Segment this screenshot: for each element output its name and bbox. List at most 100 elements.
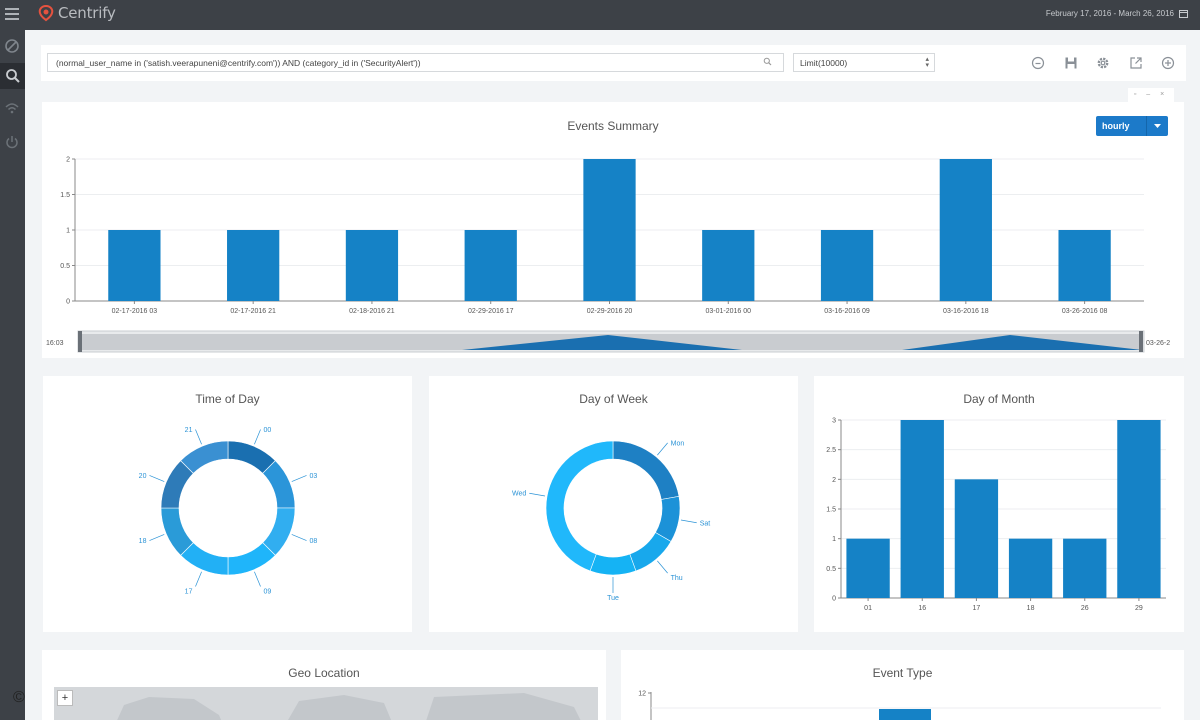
bar: [227, 230, 280, 301]
panel-controls-icon[interactable]: ▫ – ×: [1134, 91, 1168, 98]
x-tick-label: 18: [1027, 605, 1035, 612]
query-search-icon[interactable]: [763, 57, 772, 66]
donut-label: 03: [310, 473, 318, 480]
y-tick-label: 1.5: [826, 507, 836, 514]
y-tick-label: 1.5: [60, 192, 70, 199]
y-tick-label: 1: [832, 536, 836, 543]
day-of-month-chart: 0 0.5 1 1.5 2 2.5 3 01 16 17 18 26 29: [826, 418, 1166, 612]
donut-label: Wed: [512, 491, 526, 498]
donut-slice: [629, 532, 672, 572]
bar: [108, 230, 161, 301]
time-of-day-donut: 00 03 08 09 17 18 20 21: [139, 427, 318, 596]
day-of-month-panel: Day of Month 0 0.5 1 1.5 2 2.5 3 01 16 17 18 26 29: [814, 376, 1184, 632]
query-input[interactable]: (normal_user_name in ('satish.veerapunen…: [47, 53, 784, 72]
bar: [345, 230, 399, 301]
y-tick-label: 0: [832, 596, 836, 603]
y-tick-label: 2: [832, 477, 836, 484]
donut-leader-line: [254, 571, 261, 587]
x-tick-label: 29: [1135, 605, 1143, 612]
add-icon[interactable]: [1159, 54, 1177, 72]
donut-leader-line: [254, 429, 261, 445]
power-icon[interactable]: [3, 133, 21, 151]
top-header: Centrify February 17, 2016 - March 26, 2…: [25, 0, 1200, 30]
donut-label: 09: [264, 589, 272, 596]
select-caret-icon: ▴ ▾: [925, 56, 929, 69]
time-of-day-panel: Time of Day 00 03 08 09 17 18 20 21: [43, 376, 412, 632]
query-bar: (normal_user_name in ('satish.veerapunen…: [41, 45, 1186, 81]
date-range-text[interactable]: February 17, 2016 - March 26, 2016: [1046, 9, 1174, 18]
x-tick-label: 03-01-2016 00: [706, 308, 752, 315]
search-icon[interactable]: [0, 63, 25, 89]
donut-leader-line: [149, 534, 165, 541]
range-handle-right: [1139, 331, 1143, 352]
bar: [464, 230, 517, 301]
brand-logo[interactable]: Centrify: [37, 4, 116, 22]
left-sidebar: [0, 0, 25, 720]
wifi-icon[interactable]: [3, 99, 21, 117]
donut-leader-line: [149, 475, 165, 482]
menu-icon[interactable]: [3, 5, 21, 23]
copyright-mark: ©: [13, 689, 25, 706]
x-tick-label: 02-18-2016 21: [349, 308, 395, 315]
export-icon[interactable]: [1127, 54, 1145, 72]
donut-label: 08: [310, 538, 318, 545]
x-tick-label: 02-29-2016 17: [468, 308, 514, 315]
bar: [939, 159, 992, 301]
donut-label: 18: [139, 538, 147, 545]
bar: [954, 479, 999, 598]
donut-label: 17: [185, 589, 193, 596]
donut-label: 21: [185, 427, 193, 434]
donut-slice: [589, 553, 637, 576]
y-tick-label: 2.5: [826, 447, 836, 454]
map-zoom-in-button[interactable]: +: [57, 690, 73, 706]
events-summary-chart: 0 0.5 1 1.5 2 02-17-2016 03 02-17-2016 21 02-18…: [46, 157, 1170, 353]
x-tick-label: 03-16-2016 18: [943, 308, 989, 315]
bar: [1063, 538, 1107, 598]
y-tick-label: 12: [638, 691, 646, 698]
donut-leader-line: [195, 571, 202, 587]
brand-name: Centrify: [58, 4, 116, 22]
clock-icon[interactable]: [1029, 54, 1047, 72]
donut-leader-line: [291, 534, 307, 541]
donut-label: 00: [264, 427, 272, 434]
x-tick-label: 02-17-2016 03: [112, 308, 158, 315]
limit-select[interactable]: Limit(10000) ▴ ▾: [793, 53, 935, 72]
bar: [1008, 538, 1053, 598]
geo-location-panel: Geo Location +: [42, 650, 606, 720]
day-of-week-donut: Mon Sat Thu Tue Wed: [512, 440, 710, 602]
bar: [846, 538, 890, 598]
x-tick-label: 26: [1081, 605, 1089, 612]
donut-slice: [612, 440, 680, 500]
bar: [583, 159, 636, 301]
panel-window-controls[interactable]: ▫ – ×: [1128, 88, 1174, 102]
y-tick-label: 0.5: [826, 566, 836, 573]
gear-icon[interactable]: [1094, 54, 1112, 72]
bar: [820, 230, 874, 301]
donut-label: Thu: [671, 575, 683, 582]
bar: [879, 709, 931, 720]
bar: [1058, 230, 1111, 301]
save-icon[interactable]: [1062, 54, 1080, 72]
x-tick-label: 03-16-2016 09: [824, 308, 870, 315]
dashboard-icon[interactable]: [3, 37, 21, 55]
x-tick-label: 02-17-2016 21: [230, 308, 276, 315]
donut-leader-line: [657, 560, 668, 574]
limit-value: Limit(10000): [800, 58, 848, 68]
event-type-panel: Event Type 12: [621, 650, 1184, 720]
donut-label: Tue: [607, 595, 619, 602]
calendar-icon[interactable]: [1179, 9, 1188, 18]
map-landmass-icon: [117, 693, 581, 720]
geo-location-title: Geo Location: [288, 666, 360, 680]
donut-slice: [545, 440, 614, 572]
bar: [702, 230, 755, 301]
y-tick-label: 0.5: [60, 263, 70, 270]
y-tick-label: 0: [66, 299, 70, 306]
y-tick-label: 1: [66, 228, 70, 235]
events-summary-panel: Events Summary hourly 0 0.5 1 1.5 2 02-17-201…: [42, 102, 1184, 358]
world-map[interactable]: [54, 687, 598, 720]
day-of-week-panel: Day of Week Mon Sat Thu Tue Wed: [429, 376, 798, 632]
donut-leader-line: [657, 442, 668, 456]
x-tick-label: 02-29-2016 20: [587, 308, 633, 315]
x-tick-label: 03-26-2016 08: [1062, 308, 1108, 315]
event-type-chart: 12: [638, 691, 1161, 720]
